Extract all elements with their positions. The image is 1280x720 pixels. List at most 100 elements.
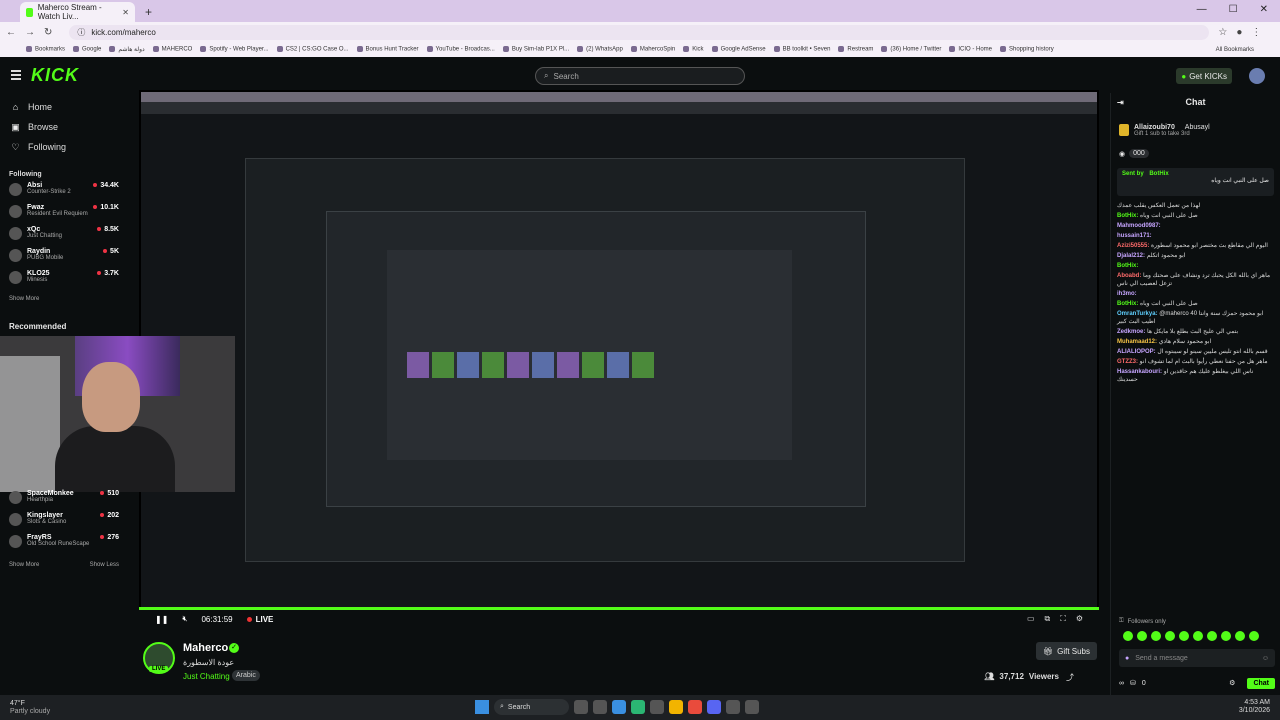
bookmark-item[interactable]: Restream: [838, 46, 873, 53]
chat-send-button[interactable]: Chat: [1247, 677, 1275, 689]
chat-settings-icon[interactable]: ⚙: [1229, 679, 1235, 687]
recommended-show-more[interactable]: Show More: [9, 562, 39, 568]
back-icon[interactable]: ←: [6, 27, 16, 38]
emote-icon[interactable]: [1137, 631, 1147, 641]
chat-username[interactable]: ALIALIOPOP:: [1117, 349, 1156, 355]
emote-icon[interactable]: [1193, 631, 1203, 641]
url-field[interactable]: ⓘ kick.com/maherco: [69, 24, 1210, 40]
chat-username[interactable]: GTZZ3:: [1117, 359, 1138, 365]
app-icon[interactable]: [745, 700, 759, 714]
settings-icon[interactable]: ⚙: [1076, 614, 1083, 624]
bookmark-item[interactable]: Shopping history: [1000, 46, 1054, 53]
theater-mode-icon[interactable]: ▭: [1027, 614, 1035, 624]
kick-logo[interactable]: KICK: [31, 65, 79, 86]
bookmark-item[interactable]: (2) WhatsApp: [577, 46, 623, 53]
app-icon[interactable]: [593, 700, 607, 714]
app-icon[interactable]: [726, 700, 740, 714]
star-icon[interactable]: ☆: [1218, 27, 1227, 38]
pinned-user[interactable]: BotHix: [1149, 171, 1168, 177]
recommended-show-less[interactable]: Show Less: [90, 562, 119, 568]
language-tag[interactable]: Arabic: [232, 670, 260, 681]
app-icon[interactable]: [574, 700, 588, 714]
app-icon[interactable]: [707, 700, 721, 714]
chat-username[interactable]: BotHix:: [1117, 263, 1138, 269]
search-input[interactable]: ⌕ Search: [535, 67, 745, 85]
collapse-chat-icon[interactable]: ⇥: [1117, 98, 1124, 107]
close-tab-icon[interactable]: ✕: [122, 8, 129, 17]
chat-username[interactable]: Hassankabouri:: [1117, 369, 1162, 375]
chat-username[interactable]: BotHix:: [1117, 213, 1138, 219]
chat-username[interactable]: Zedkmoe:: [1117, 329, 1145, 335]
emote-icon[interactable]: [1151, 631, 1161, 641]
chat-username[interactable]: Aboabd:: [1117, 273, 1141, 279]
emoji-icon[interactable]: ☺: [1262, 655, 1269, 662]
weather-widget[interactable]: 47°F Partly cloudy: [10, 700, 50, 716]
stream-category[interactable]: Just Chatting: [183, 672, 230, 681]
app-icon[interactable]: [650, 700, 664, 714]
pause-icon[interactable]: ❚❚: [155, 615, 168, 624]
bookmark-item[interactable]: CS2 | CS:GO Case O...: [276, 46, 349, 53]
emote-icon[interactable]: [1179, 631, 1189, 641]
chat-username[interactable]: BotHix:: [1117, 301, 1138, 307]
get-kicks-button[interactable]: ● Get KICKs: [1176, 68, 1232, 84]
emote-icon[interactable]: [1123, 631, 1133, 641]
bookmark-item[interactable]: Google: [73, 46, 101, 53]
mic-icon[interactable]: ●: [1125, 655, 1129, 662]
bookmark-item[interactable]: Buy Sim-lab P1X Pl...: [502, 46, 569, 53]
menu-dots-icon[interactable]: ⋮: [1251, 27, 1261, 38]
bookmark-item[interactable]: ICIO - Home: [949, 46, 992, 53]
bookmark-item[interactable]: (36) Home / Twitter: [881, 46, 941, 53]
bookmark-item[interactable]: Kick: [683, 46, 704, 53]
app-icon[interactable]: [688, 700, 702, 714]
close-window-icon[interactable]: ✕: [1260, 4, 1268, 15]
new-tab-icon[interactable]: +: [145, 5, 152, 19]
bookmark-item[interactable]: دولة هاشم: [109, 46, 145, 53]
profile-icon[interactable]: ●: [1236, 27, 1242, 38]
emote-icon[interactable]: [1221, 631, 1231, 641]
chat-username[interactable]: Muhamaad12:: [1117, 339, 1157, 345]
emote-icon[interactable]: [1165, 631, 1175, 641]
nav-home[interactable]: ⌂ Home: [0, 97, 135, 117]
chat-username[interactable]: Djalal212:: [1117, 253, 1145, 259]
user-avatar[interactable]: [1249, 68, 1265, 84]
emote-icon[interactable]: [1235, 631, 1245, 641]
mute-icon[interactable]: 🔇︎: [182, 614, 187, 624]
bookmark-item[interactable]: MAHERCO: [152, 46, 192, 53]
app-icon[interactable]: [669, 700, 683, 714]
share-icon[interactable]: ⤴: [1066, 672, 1074, 683]
site-info-icon[interactable]: ⓘ: [77, 27, 85, 38]
bookmark-item[interactable]: Bonus Hunt Tracker: [356, 46, 419, 53]
channel-list-item[interactable]: Kingslayer Slots & Casino 202: [0, 512, 135, 534]
top-gifter-2-name[interactable]: Abusayl: [1185, 124, 1210, 131]
emote-icon[interactable]: [1249, 631, 1259, 641]
chat-username[interactable]: ih3mo:: [1117, 291, 1137, 297]
bookmark-item[interactable]: Google AdSense: [711, 46, 766, 53]
minimize-icon[interactable]: —: [1197, 4, 1207, 15]
nav-browse[interactable]: ▣ Browse: [0, 117, 135, 137]
channel-list-item[interactable]: Fwaz Resident Evil Requiem 10.1K: [0, 204, 135, 226]
app-icon[interactable]: [612, 700, 626, 714]
browser-tab[interactable]: Maherco Stream - Watch Liv... ✕: [20, 2, 135, 22]
maximize-icon[interactable]: ☐: [1229, 4, 1238, 15]
emote-icon[interactable]: [1207, 631, 1217, 641]
channel-list-item[interactable]: SpaceMonkee Hearthpia 510: [0, 490, 135, 512]
taskbar-search[interactable]: ⌕ Search: [494, 699, 569, 715]
channel-name[interactable]: Maherco: [183, 642, 228, 654]
following-show-more[interactable]: Show More: [0, 296, 135, 302]
channel-list-item[interactable]: FrayRS Old School RuneScape 276: [0, 534, 135, 556]
hamburger-menu-icon[interactable]: [11, 70, 21, 80]
taskbar-clock[interactable]: 4:53 AM 3/10/2026: [1239, 699, 1270, 715]
bookmark-item[interactable]: Spotify - Web Player...: [200, 46, 269, 53]
fullscreen-icon[interactable]: ⛶: [1060, 614, 1066, 624]
app-icon[interactable]: [631, 700, 645, 714]
chat-username[interactable]: Azizi50555:: [1117, 243, 1149, 249]
nav-following[interactable]: ♡ Following: [0, 137, 135, 157]
windows-start-icon[interactable]: [475, 700, 489, 714]
bookmark-item[interactable]: YouTube - Broadcas...: [426, 46, 495, 53]
forward-icon[interactable]: →: [25, 27, 35, 38]
gift-subs-button[interactable]: 🎁︎ Gift Subs: [1035, 642, 1097, 660]
top-gifter-name[interactable]: Allaizoubi70: [1134, 124, 1175, 131]
channel-list-item[interactable]: Absi Counter-Strike 2 34.4K: [0, 182, 135, 204]
bookmark-item[interactable]: BB toolkit • Seven: [773, 46, 830, 53]
channel-list-item[interactable]: KLO25 Minesis 3.7K: [0, 270, 135, 292]
